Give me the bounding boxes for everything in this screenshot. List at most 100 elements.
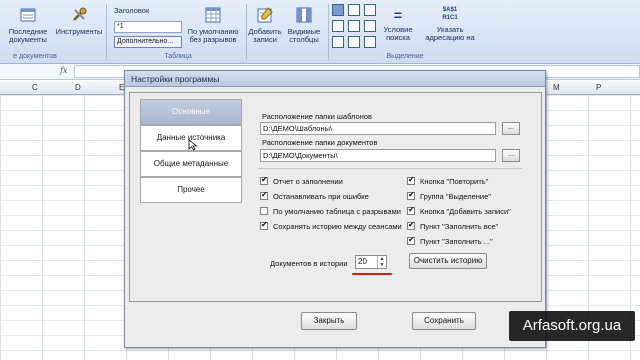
- dialog-titlebar[interactable]: Настройки программы: [125, 71, 545, 87]
- checkbox-label: Группа "Выделение": [420, 192, 491, 201]
- checkbox-mark[interactable]: [260, 220, 268, 230]
- fx-label[interactable]: fx: [60, 66, 67, 75]
- clone-icon[interactable]: [332, 36, 344, 48]
- ribbon-separator: [106, 4, 107, 60]
- additional-label: Дополнительно...: [117, 38, 174, 45]
- tools-icon: [73, 7, 87, 21]
- checkbox-save-history[interactable]: Сохранять историю между сеансами: [260, 220, 402, 231]
- tab-label: Основные: [172, 107, 210, 116]
- documents-folder-field[interactable]: D:\ДЕМО\Документы\: [260, 149, 496, 162]
- copy-icon[interactable]: [364, 20, 376, 32]
- recent-docs-icon: [20, 8, 36, 22]
- visible-columns-button[interactable]: Видимые столбцы: [284, 6, 324, 44]
- address-icon: $A$1 R1C1: [437, 6, 463, 24]
- indicate-address-button[interactable]: $A$1 R1C1 Указать адресацию на: [420, 6, 480, 42]
- ribbon-separator: [328, 4, 329, 60]
- checkbox-mark[interactable]: [407, 235, 415, 245]
- checkbox-selection-group[interactable]: Группа "Выделение": [407, 190, 491, 201]
- checkbox-fill-item[interactable]: Пункт "Заполнить ...": [407, 235, 493, 246]
- highlight-icon[interactable]: [364, 4, 376, 16]
- checkbox-label: Сохранять историю между сеансами: [273, 222, 402, 231]
- settings-tabs: Основные Данные источника Общие метаданн…: [140, 99, 242, 203]
- checkbox-mark[interactable]: [407, 220, 415, 230]
- search-condition-button[interactable]: = Условие поиска: [378, 6, 418, 42]
- recent-docs-button[interactable]: Последние документы: [4, 6, 52, 44]
- checkbox-fill-report[interactable]: Отчет о заполнении: [260, 175, 343, 186]
- templates-folder-label: Расположение папки шаблонов: [262, 112, 372, 121]
- link-icon[interactable]: [348, 20, 360, 32]
- recent-docs-label: Последние документы: [8, 27, 48, 44]
- tab-other[interactable]: Прочее: [140, 177, 242, 203]
- add-records-button[interactable]: Добавить записи: [248, 6, 282, 44]
- column-header[interactable]: M: [553, 83, 560, 92]
- select-icon[interactable]: [332, 4, 344, 16]
- checkbox-mark[interactable]: [407, 205, 415, 215]
- default-no-breaks-button[interactable]: По умолчанию без разрывов: [184, 6, 242, 44]
- checkbox-add-records-button[interactable]: Кнопка "Добавить записи": [407, 205, 511, 216]
- tab-label: Общие метаданные: [153, 159, 229, 168]
- tab-common-metadata[interactable]: Общие метаданные: [140, 151, 242, 177]
- column-header[interactable]: C: [32, 83, 38, 92]
- spinner-arrows-icon[interactable]: ▲ ▼: [377, 256, 386, 268]
- checkbox-label: Отчет о заполнении: [273, 177, 343, 186]
- tab-main[interactable]: Основные: [140, 99, 242, 125]
- checkbox-table-breaks[interactable]: По умолчанию таблица с разрывами: [260, 207, 401, 216]
- checkbox-fill-all-item[interactable]: Пункт "Заполнить все": [407, 220, 498, 231]
- visible-columns-label: Видимые столбцы: [287, 27, 321, 44]
- small-icon-grid: [332, 4, 378, 50]
- column-header[interactable]: P: [596, 83, 601, 92]
- checkbox-repeat-button[interactable]: Кнопка "Повторить": [407, 175, 489, 186]
- add-records-icon: [257, 7, 273, 23]
- ribbon-separator: [246, 4, 247, 60]
- address-icon-bottom: R1C1: [442, 15, 458, 21]
- templates-folder-field[interactable]: D:\ДЕМО\Шаблоны\: [260, 122, 496, 135]
- checkbox-label: Останавливать при ошибке: [273, 192, 369, 201]
- equals-icon: =: [393, 7, 403, 23]
- table-icon: [205, 7, 221, 23]
- tab-label: Прочее: [177, 185, 205, 194]
- excel-window: { "ribbon": { "recent_docs_label": "Посл…: [0, 0, 640, 360]
- group-table-label: Таблица: [164, 53, 192, 60]
- address-icon-top: $A$1: [442, 7, 458, 13]
- checkbox-stop-on-error[interactable]: Останавливать при ошибке: [260, 190, 369, 201]
- dialog-title: Настройки программы: [131, 74, 220, 84]
- search-condition-label: Условие поиска: [383, 25, 413, 42]
- panel-separator: [258, 168, 522, 169]
- checkbox-mark[interactable]: [260, 207, 268, 215]
- checkbox-mark[interactable]: [407, 190, 415, 200]
- red-underline: [352, 273, 392, 275]
- brush-icon[interactable]: [348, 36, 360, 48]
- checkbox-label: Кнопка "Повторить": [420, 177, 489, 186]
- header-field[interactable]: *1: [114, 21, 182, 33]
- grid-icon[interactable]: [332, 20, 344, 32]
- checkbox-mark[interactable]: [407, 175, 415, 185]
- watermark: Arfasoft.org.ua: [509, 311, 635, 341]
- main-settings-panel: Расположение папки шаблонов D:\ДЕМО\Шабл…: [252, 99, 536, 297]
- templates-browse-button[interactable]: ...: [502, 122, 520, 135]
- clear-history-button[interactable]: Очистить историю: [409, 253, 487, 269]
- mouse-cursor-icon: [188, 139, 198, 151]
- default-no-breaks-label: По умолчанию без разрывов: [187, 27, 239, 44]
- checkbox-label: Пункт "Заполнить ...": [420, 237, 493, 246]
- checkbox-mark[interactable]: [260, 175, 268, 185]
- history-count-label: Документов в истории: [270, 259, 348, 268]
- close-button[interactable]: Закрыть: [301, 312, 357, 330]
- eraser-icon[interactable]: [364, 36, 376, 48]
- group-docs-label: е документов: [13, 53, 57, 60]
- checkbox-label: По умолчанию таблица с разрывами: [273, 207, 401, 216]
- additional-button[interactable]: Дополнительно...: [114, 36, 182, 48]
- group-selection-label: Выделение: [386, 53, 424, 60]
- column-header[interactable]: D: [75, 83, 81, 92]
- settings-dialog: Настройки программы Основные Данные исто…: [124, 70, 546, 348]
- ribbon: Последние документы Инструменты е докуме…: [0, 0, 640, 64]
- checkbox-mark[interactable]: [260, 190, 268, 200]
- save-button[interactable]: Сохранить: [412, 312, 476, 330]
- history-count-value: 20: [358, 257, 367, 266]
- add-records-label: Добавить записи: [248, 27, 282, 44]
- tools-label: Инструменты: [55, 27, 103, 36]
- contrast-icon[interactable]: [348, 4, 360, 16]
- documents-browse-button[interactable]: ...: [502, 149, 520, 162]
- indicate-address-label: Указать адресацию на: [425, 25, 475, 42]
- tools-button[interactable]: Инструменты: [54, 6, 104, 36]
- history-count-spinner[interactable]: 20 ▲ ▼: [355, 255, 387, 269]
